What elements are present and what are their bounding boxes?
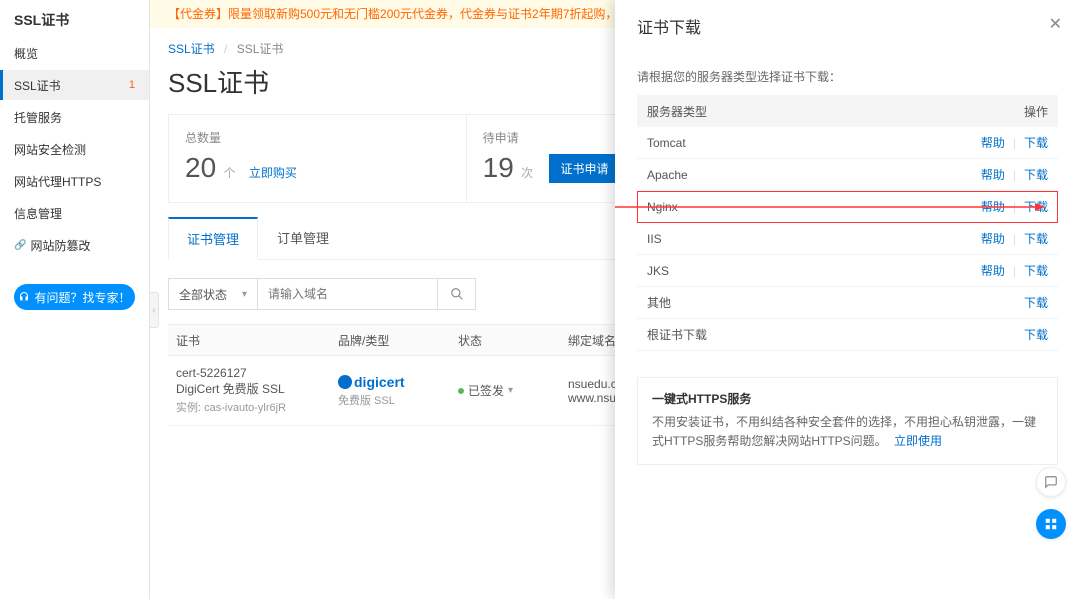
download-link[interactable]: 下载 [1024, 326, 1048, 343]
server-name: Nginx [647, 200, 981, 214]
drawer-row-other: 其他 下载 [637, 287, 1058, 319]
download-link[interactable]: 下载 [1024, 198, 1048, 215]
server-name: 根证书下载 [647, 326, 1024, 343]
grid-icon [1044, 517, 1058, 531]
server-name: Tomcat [647, 136, 981, 150]
server-name: Apache [647, 168, 981, 182]
floating-actions [1036, 467, 1066, 539]
drawer-row-jks: JKS 帮助|下载 [637, 255, 1058, 287]
download-link[interactable]: 下载 [1024, 262, 1048, 279]
drawer-table-head: 服务器类型 操作 [637, 95, 1058, 127]
drawer-hint: 请根据您的服务器类型选择证书下载： [637, 68, 1058, 85]
drawer-row-apache: Apache 帮助|下载 [637, 159, 1058, 191]
use-now-link[interactable]: 立即使用 [894, 434, 942, 448]
chat-icon [1044, 475, 1058, 489]
download-link[interactable]: 下载 [1024, 294, 1048, 311]
col-server-type: 服务器类型 [647, 103, 1024, 120]
drawer-row-iis: IIS 帮助|下载 [637, 223, 1058, 255]
server-name: JKS [647, 264, 981, 278]
download-drawer: 证书下载 ✕ 请根据您的服务器类型选择证书下载： 服务器类型 操作 Tomcat… [615, 0, 1080, 599]
help-link[interactable]: 帮助 [981, 198, 1005, 215]
download-link[interactable]: 下载 [1024, 166, 1048, 183]
tip-body: 不用安装证书，不用纠结各种安全套件的选择，不用担心私钥泄露，一键式HTTPS服务… [652, 415, 1036, 448]
drawer-close-button[interactable]: ✕ [1049, 14, 1062, 34]
drawer-row-tomcat: Tomcat 帮助|下载 [637, 127, 1058, 159]
drawer-row-rootcert: 根证书下载 下载 [637, 319, 1058, 351]
download-link[interactable]: 下载 [1024, 230, 1048, 247]
server-name: 其他 [647, 294, 1024, 311]
tip-title: 一键式HTTPS服务 [652, 390, 1043, 409]
drawer-row-nginx: Nginx 帮助|下载 [637, 191, 1058, 223]
server-name: IIS [647, 232, 981, 246]
help-link[interactable]: 帮助 [981, 262, 1005, 279]
https-tip-box: 一键式HTTPS服务 不用安装证书，不用纠结各种安全套件的选择，不用担心私钥泄露… [637, 377, 1058, 465]
chat-button[interactable] [1036, 467, 1066, 497]
help-link[interactable]: 帮助 [981, 134, 1005, 151]
drawer-title: 证书下载 [637, 14, 1058, 38]
help-link[interactable]: 帮助 [981, 230, 1005, 247]
download-link[interactable]: 下载 [1024, 134, 1048, 151]
col-operation: 操作 [1024, 103, 1048, 120]
help-link[interactable]: 帮助 [981, 166, 1005, 183]
apps-button[interactable] [1036, 509, 1066, 539]
